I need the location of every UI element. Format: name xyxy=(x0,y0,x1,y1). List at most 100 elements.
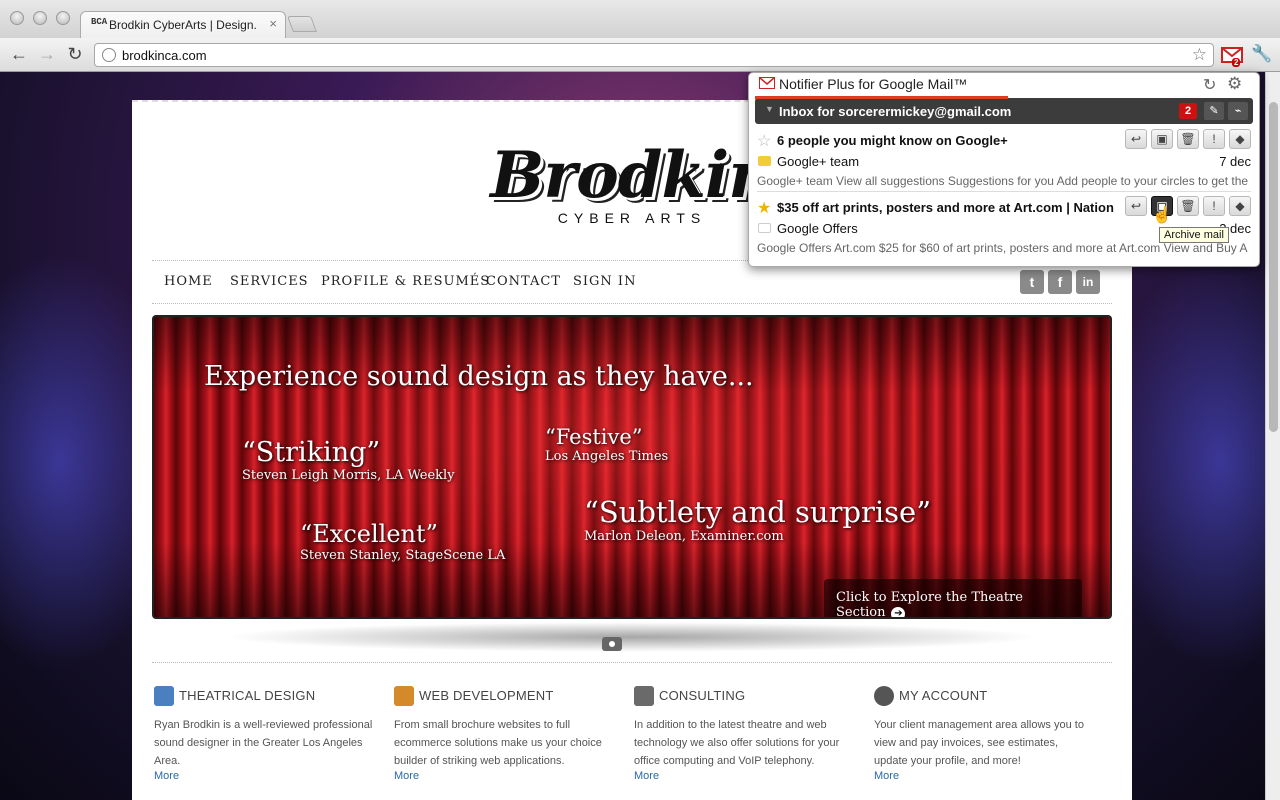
inbox-header[interactable]: ▼ Inbox for sorcerermickey@gmail.com 2 ✎… xyxy=(755,98,1253,124)
user-icon xyxy=(874,686,894,706)
wrench-menu-icon[interactable]: 🔧 xyxy=(1251,44,1272,64)
scrollbar-thumb[interactable] xyxy=(1269,102,1278,432)
linkedin-icon[interactable]: in xyxy=(1076,270,1100,294)
back-icon[interactable]: ← xyxy=(8,44,30,65)
tab-title: Brodkin CyberArts | Design. xyxy=(109,18,257,32)
message-sender: Google Offers xyxy=(777,221,858,236)
facebook-icon[interactable]: f xyxy=(1048,270,1072,294)
nav-profile[interactable]: PROFILE & RESUMÉS xyxy=(321,274,490,289)
hero-quote: “Festive” Los Angeles Times xyxy=(545,425,668,464)
slider-pager-dot[interactable] xyxy=(602,637,622,651)
message-item[interactable]: ☆ 6 people you might know on Google+ ↩ ▣… xyxy=(749,129,1259,193)
star-outline-icon[interactable]: ☆ xyxy=(757,131,771,151)
url-text[interactable]: brodkinca.com xyxy=(122,48,207,63)
close-window-button[interactable] xyxy=(10,11,24,25)
feature-title: THEATRICAL DESIGN xyxy=(179,688,316,703)
reply-icon[interactable]: ↩ xyxy=(1125,196,1147,216)
more-link[interactable]: More xyxy=(394,770,419,782)
label-folder-icon xyxy=(758,156,771,166)
feature-title: WEB DEVELOPMENT xyxy=(419,688,554,703)
star-filled-icon[interactable]: ★ xyxy=(757,198,771,218)
message-date: 7 dec xyxy=(1219,154,1251,169)
extension-count-badge: 2 xyxy=(1232,58,1241,67)
twitter-icon[interactable]: t xyxy=(1020,270,1044,294)
address-bar[interactable]: brodkinca.com ☆ xyxy=(94,43,1214,67)
message-snippet[interactable]: Google+ team View all suggestions Sugges… xyxy=(757,174,1251,188)
feature-text: In addition to the latest theatre and we… xyxy=(634,719,840,767)
collapse-triangle-icon[interactable]: ▼ xyxy=(765,104,774,114)
trash-icon[interactable]: 🗑 xyxy=(1177,129,1199,149)
feature-text: From small brochure websites to full eco… xyxy=(394,719,602,767)
message-snippet[interactable]: Google Offers Art.com $25 for $60 of art… xyxy=(757,241,1251,255)
quote-source: Los Angeles Times xyxy=(545,449,669,464)
browser-toolbar: ← → ↻ brodkinca.com ☆ xyxy=(0,38,1280,72)
nav-home[interactable]: HOME xyxy=(164,274,213,289)
label-folder-icon xyxy=(758,223,771,233)
hero-quote: “Subtlety and surprise” Marlon Deleon, E… xyxy=(584,495,931,544)
reply-icon[interactable]: ↩ xyxy=(1125,129,1147,149)
unread-count-badge: 2 xyxy=(1179,103,1197,119)
feature-title: CONSULTING xyxy=(659,688,746,703)
gear-icon[interactable]: ⚙ xyxy=(1227,74,1242,94)
gmail-logo-icon xyxy=(759,77,775,89)
tab-close-icon[interactable]: × xyxy=(269,16,277,31)
inbox-progress xyxy=(755,96,1008,99)
feature-title: MY ACCOUNT xyxy=(899,688,988,703)
quote-text: “Festive” xyxy=(545,425,643,449)
page-scrollbar[interactable] xyxy=(1265,72,1280,800)
phone-icon xyxy=(634,686,654,706)
compose-icon[interactable]: ✎ xyxy=(1204,102,1224,120)
quote-source: Steven Stanley, StageScene LA xyxy=(300,548,506,563)
hero-quote: “Excellent” Steven Stanley, StageScene L… xyxy=(300,520,505,563)
arrow-right-circle-icon: ➔ xyxy=(891,607,906,617)
nav-services[interactable]: SERVICES xyxy=(230,274,309,289)
quote-text: “Striking” xyxy=(242,437,381,468)
bookmark-star-icon[interactable]: ☆ xyxy=(1192,45,1207,65)
hero-title: Experience sound design as they have... xyxy=(204,361,754,392)
globe-icon xyxy=(102,48,116,62)
divider xyxy=(152,662,1112,663)
new-tab-button[interactable] xyxy=(287,16,317,32)
favicon-icon: BCA xyxy=(91,17,108,27)
forward-icon[interactable]: → xyxy=(36,44,58,65)
quote-text: “Subtlety and surprise” xyxy=(584,495,932,529)
spam-icon[interactable]: ! xyxy=(1203,196,1225,216)
message-subject[interactable]: $35 off art prints, posters and more at … xyxy=(777,200,1122,215)
more-link[interactable]: More xyxy=(874,770,899,782)
nav-sign-in[interactable]: SIGN IN xyxy=(573,274,636,289)
trash-icon[interactable]: 🗑 xyxy=(1177,196,1199,216)
refresh-icon[interactable]: ↻ xyxy=(1203,75,1216,95)
attachment-icon[interactable]: ⌁ xyxy=(1228,102,1248,120)
quote-source: Steven Leigh Morris, LA Weekly xyxy=(242,468,455,483)
minimize-window-button[interactable] xyxy=(33,11,47,25)
label-tag-icon[interactable]: ◆ xyxy=(1229,196,1251,216)
spam-icon[interactable]: ! xyxy=(1203,129,1225,149)
message-sender: Google+ team xyxy=(777,154,860,169)
speaker-icon xyxy=(154,686,174,706)
hero-shadow xyxy=(222,622,1042,652)
hero-quote: “Striking” Steven Leigh Morris, LA Weekl… xyxy=(242,437,455,483)
inbox-label[interactable]: Inbox for sorcerermickey@gmail.com xyxy=(779,104,1011,119)
label-tag-icon[interactable]: ◆ xyxy=(1229,129,1251,149)
feature-text: Ryan Brodkin is a well-reviewed professi… xyxy=(154,719,373,767)
reload-icon[interactable]: ↻ xyxy=(64,44,86,65)
explore-theatre-button[interactable]: Click to Explore the Theatre Section ➔ xyxy=(824,579,1082,619)
quote-text: “Excellent” xyxy=(300,520,438,548)
more-link[interactable]: More xyxy=(634,770,659,782)
hero-banner[interactable]: Experience sound design as they have... … xyxy=(152,315,1112,619)
cta-label: Click to Explore the Theatre Section xyxy=(836,590,1023,619)
tools-icon xyxy=(394,686,414,706)
nav-contact[interactable]: CONTACT xyxy=(486,274,561,289)
more-link[interactable]: More xyxy=(154,770,179,782)
tab-brodkin[interactable]: BCA Brodkin CyberArts | Design. × xyxy=(80,11,286,38)
window-titlebar: BCA Brodkin CyberArts | Design. × xyxy=(0,0,1280,38)
archive-tooltip: Archive mail xyxy=(1159,227,1229,243)
feature-text: Your client management area allows you t… xyxy=(874,719,1084,767)
message-divider xyxy=(757,191,1251,192)
quote-source: Marlon Deleon, Examiner.com xyxy=(584,529,784,544)
message-subject[interactable]: 6 people you might know on Google+ xyxy=(777,133,1122,148)
popup-title: Notifier Plus for Google Mail™ xyxy=(779,76,968,92)
pointer-cursor-icon: ☝ xyxy=(1152,207,1172,224)
archive-icon[interactable]: ▣ xyxy=(1151,129,1173,149)
zoom-window-button[interactable] xyxy=(56,11,70,25)
